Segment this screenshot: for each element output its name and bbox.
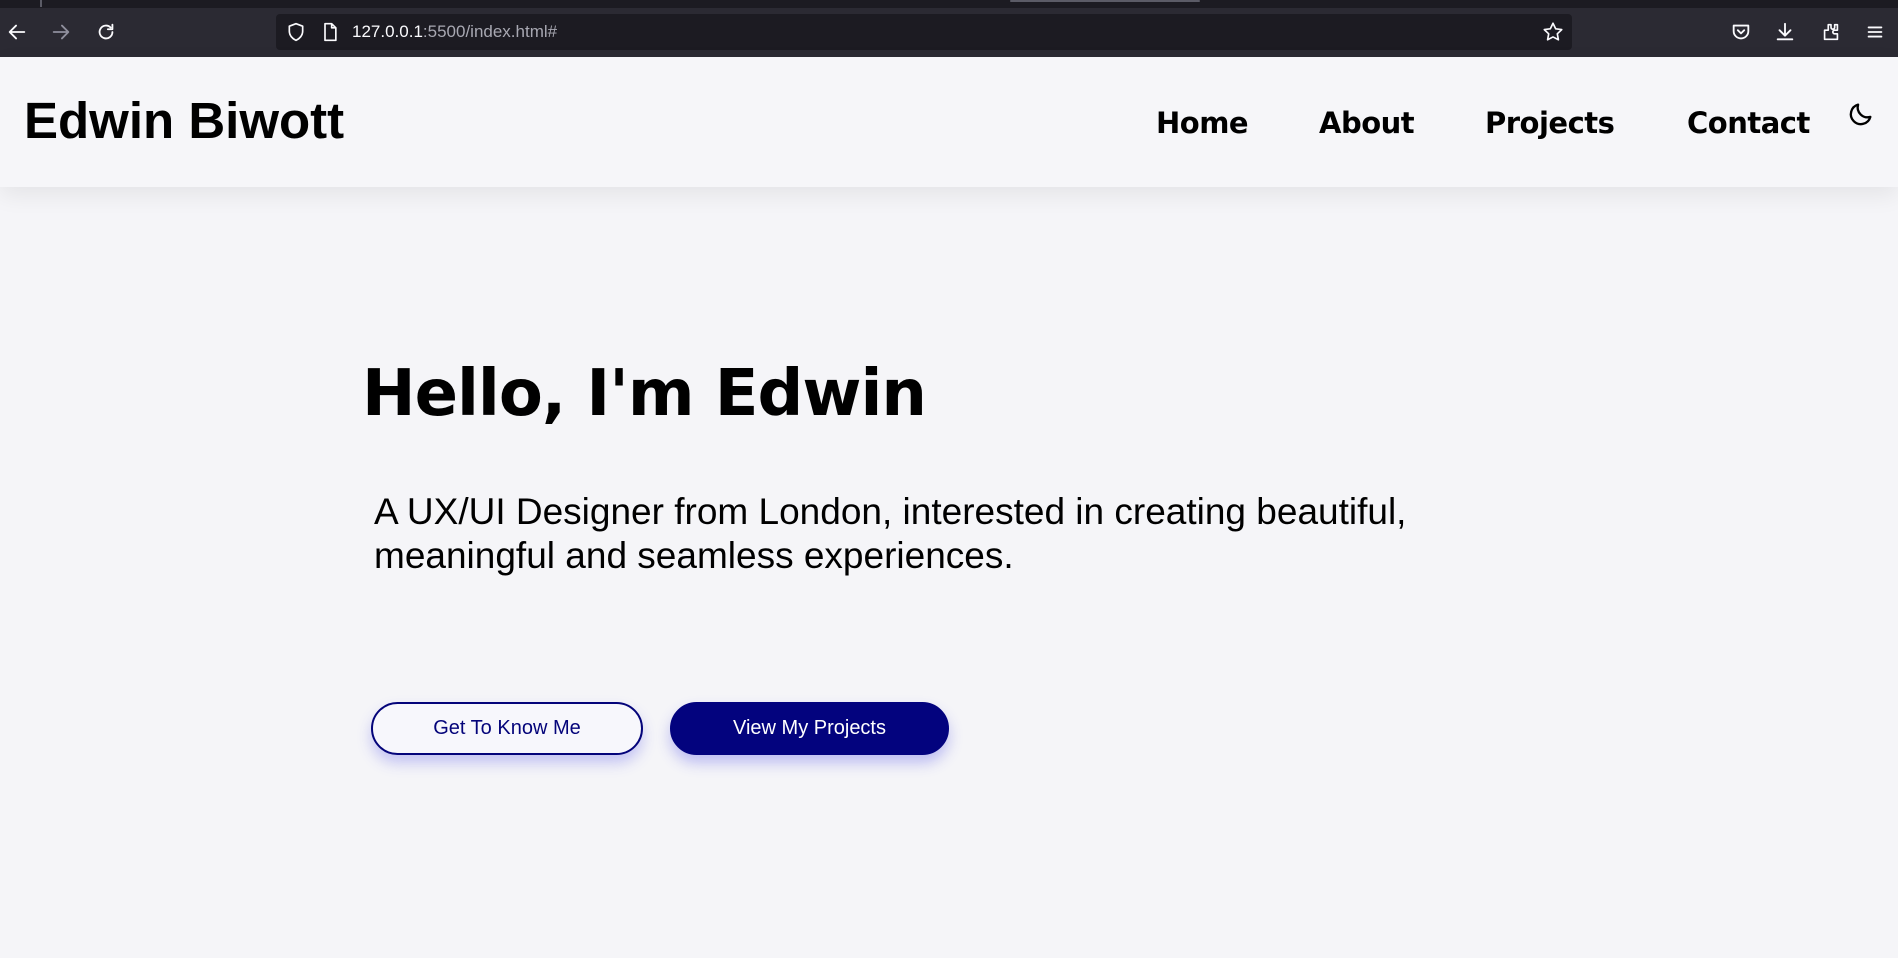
nav-contact[interactable]: Contact <box>1687 109 1810 138</box>
forward-arrow-icon[interactable] <box>45 16 77 48</box>
back-arrow-icon[interactable] <box>1 16 33 48</box>
menu-icon[interactable] <box>1862 19 1888 45</box>
url-text[interactable]: 127.0.0.1:5500/index.html# <box>352 23 557 41</box>
url-bar[interactable]: 127.0.0.1:5500/index.html# <box>276 14 1572 50</box>
extensions-icon[interactable] <box>1818 19 1844 45</box>
nav-about[interactable]: About <box>1319 109 1415 138</box>
url-host: 127.0.0.1 <box>352 22 423 41</box>
nav-home[interactable]: Home <box>1156 109 1249 138</box>
url-path: :5500/index.html# <box>422 22 558 41</box>
download-icon[interactable] <box>1772 19 1798 45</box>
shield-icon[interactable] <box>286 22 306 42</box>
active-tab-edge[interactable] <box>1010 0 1200 2</box>
view-my-projects-button[interactable]: View My Projects <box>670 702 949 755</box>
pocket-icon[interactable] <box>1728 19 1754 45</box>
moon-icon[interactable] <box>1846 99 1876 129</box>
site-logo[interactable]: Edwin Biwott <box>24 95 344 146</box>
get-to-know-me-button[interactable]: Get To Know Me <box>371 702 643 755</box>
site-header: Edwin Biwott Home About Projects Contact <box>0 57 1898 187</box>
hero-title: Hello, I'm Edwin <box>362 357 927 431</box>
nav-projects[interactable]: Projects <box>1485 109 1615 138</box>
tab-divider <box>40 0 42 7</box>
reload-icon[interactable] <box>90 16 122 48</box>
page-icon[interactable] <box>320 22 340 42</box>
tab-strip <box>0 0 1898 8</box>
browser-toolbar: 127.0.0.1:5500/index.html# <box>0 0 1898 57</box>
hero-subtitle: A UX/UI Designer from London, interested… <box>374 491 1407 576</box>
star-icon[interactable] <box>1542 21 1564 43</box>
